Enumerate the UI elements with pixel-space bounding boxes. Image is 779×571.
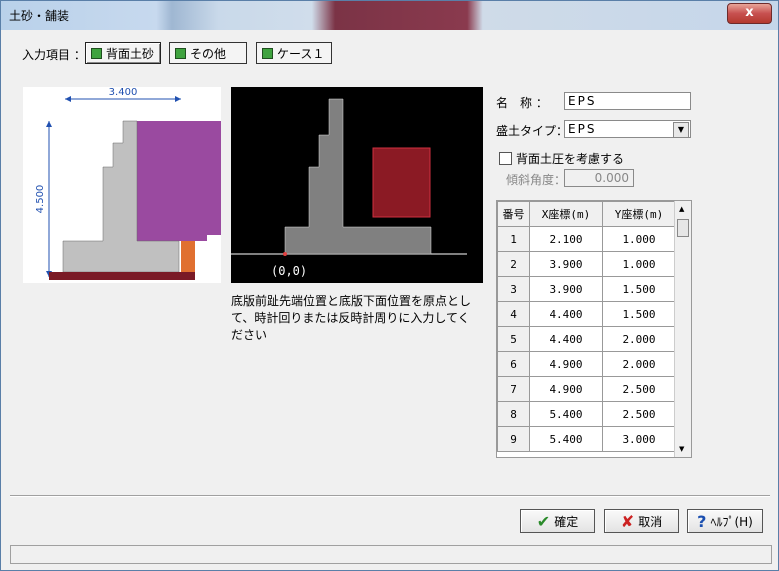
row-number-cell: 1 (497, 226, 530, 252)
width-arrow-left (65, 96, 71, 102)
header-number: 番号 (497, 201, 530, 227)
x-coordinate-cell[interactable]: 5.400 (529, 426, 603, 452)
section-preview: 3.400 4.500 (23, 87, 221, 283)
row-number-cell: 8 (497, 401, 530, 427)
scroll-up-icon[interactable]: ▲ (679, 205, 684, 213)
cancel-button[interactable]: ✘ 取消 (604, 509, 679, 533)
scroll-thumb[interactable] (677, 219, 689, 237)
checkmark-icon: ✔ (536, 511, 551, 531)
row-number-cell: 3 (497, 276, 530, 302)
tab-case1-label: ケース１ (277, 46, 325, 61)
row-number-cell: 5 (497, 326, 530, 352)
x-coordinate-cell[interactable]: 3.900 (529, 251, 603, 277)
dropdown-arrow-icon[interactable]: ▼ (673, 122, 689, 138)
grid-header-row: 番号 X座標(m) Y座標(m) (497, 201, 676, 227)
pavement-block (181, 241, 195, 272)
separator (10, 495, 770, 497)
x-coordinate-cell[interactable]: 5.400 (529, 401, 603, 427)
green-square-icon (262, 47, 273, 59)
fill-type-label: 盛土タイプ： (496, 124, 569, 138)
confirm-button[interactable]: ✔ 確定 (520, 509, 595, 533)
scroll-down-icon[interactable]: ▼ (679, 445, 684, 453)
origin-marker (283, 252, 287, 256)
fill-type-select[interactable]: EPS ▼ (564, 120, 691, 138)
height-dimension-label: 4.500 (35, 185, 46, 214)
green-square-icon (175, 47, 186, 59)
angle-input[interactable]: 0.000 (564, 169, 634, 187)
help-button-label: ﾍﾙﾌﾟ(H) (710, 514, 753, 529)
table-row[interactable]: 6 4.900 2.000 (497, 351, 676, 377)
eps-base-strip (49, 272, 195, 280)
cross-icon: ✘ (620, 511, 635, 531)
name-label: 名 称 ： (496, 96, 548, 110)
width-arrow-right (175, 96, 181, 102)
confirm-button-label: 確定 (554, 514, 579, 529)
green-square-icon (91, 47, 102, 59)
tab-back-soil[interactable]: 背面土砂 (85, 42, 161, 64)
table-row[interactable]: 7 4.900 2.500 (497, 376, 676, 402)
header-x: X座標(m) (529, 201, 603, 227)
width-dimension-label: 3.400 (109, 87, 138, 98)
grid-scrollbar[interactable]: ▲ ▼ (674, 201, 691, 457)
table-row[interactable]: 2 3.900 1.000 (497, 251, 676, 277)
y-coordinate-cell[interactable]: 1.500 (602, 301, 676, 327)
x-coordinate-cell[interactable]: 2.100 (529, 226, 603, 252)
shape-canvas[interactable]: (0,0) (231, 87, 483, 283)
table-row[interactable]: 5 4.400 2.000 (497, 326, 676, 352)
table-row[interactable]: 9 5.400 3.000 (497, 426, 676, 452)
question-mark-icon: ? (697, 511, 707, 531)
y-coordinate-cell[interactable]: 2.000 (602, 351, 676, 377)
instruction-text: 底版前趾先端位置と底版下面位置を原点として、時計回りまたは反時計周りに入力してく… (231, 294, 472, 342)
x-coordinate-cell[interactable]: 4.900 (529, 351, 603, 377)
consider-back-earth-pressure-checkbox[interactable] (499, 152, 512, 165)
name-input[interactable]: EPS (564, 92, 691, 110)
row-number-cell: 2 (497, 251, 530, 277)
status-bar (10, 545, 772, 564)
y-coordinate-cell[interactable]: 1.000 (602, 226, 676, 252)
dialog-window: 土砂・舗装 x 入力項目 ： 背面土砂 その他 ケース１ 3.400 4.500 (0, 0, 779, 571)
y-coordinate-cell[interactable]: 1.000 (602, 251, 676, 277)
tab-back-soil-label: 背面土砂 (105, 46, 154, 61)
eps-region (372, 147, 431, 218)
tab-other-label: その他 (190, 46, 227, 61)
y-coordinate-cell[interactable]: 2.000 (602, 326, 676, 352)
row-number-cell: 6 (497, 351, 530, 377)
consider-back-earth-pressure-label: 背面土圧を考慮する (516, 152, 625, 166)
title-bar: 土砂・舗装 x (1, 1, 778, 30)
window-title: 土砂・舗装 (9, 9, 70, 23)
header-y: Y座標(m) (602, 201, 676, 227)
help-button[interactable]: ? ﾍﾙﾌﾟ(H) (687, 509, 763, 533)
y-coordinate-cell[interactable]: 1.500 (602, 276, 676, 302)
table-row[interactable]: 3 3.900 1.500 (497, 276, 676, 302)
y-coordinate-cell[interactable]: 2.500 (602, 401, 676, 427)
x-coordinate-cell[interactable]: 4.400 (529, 326, 603, 352)
tab-case1[interactable]: ケース１ (256, 42, 332, 64)
input-items-label: 入力項目 ： (22, 48, 86, 62)
tab-other[interactable]: その他 (169, 42, 247, 64)
table-row[interactable]: 8 5.400 2.500 (497, 401, 676, 427)
x-coordinate-cell[interactable]: 4.400 (529, 301, 603, 327)
angle-label: 傾斜角度： (506, 173, 567, 187)
row-number-cell: 4 (497, 301, 530, 327)
close-button[interactable]: x (727, 3, 772, 24)
preview-drawing: 3.400 4.500 (35, 87, 221, 280)
back-soil-region (137, 121, 221, 241)
table-row[interactable]: 1 2.100 1.000 (497, 226, 676, 252)
origin-label: (0,0) (271, 264, 307, 278)
canvas-drawing: (0,0) (231, 98, 467, 278)
table-row[interactable]: 4 4.400 1.500 (497, 301, 676, 327)
cancel-button-label: 取消 (638, 514, 663, 529)
height-arrow-top (46, 121, 52, 127)
fill-type-value: EPS (568, 122, 597, 136)
row-number-cell: 9 (497, 426, 530, 452)
x-coordinate-cell[interactable]: 3.900 (529, 276, 603, 302)
row-number-cell: 7 (497, 376, 530, 402)
coordinate-grid[interactable]: 番号 X座標(m) Y座標(m) 1 2.100 1.000 2 3.900 1.000 3… (496, 200, 692, 458)
y-coordinate-cell[interactable]: 3.000 (602, 426, 676, 452)
y-coordinate-cell[interactable]: 2.500 (602, 376, 676, 402)
x-coordinate-cell[interactable]: 4.900 (529, 376, 603, 402)
